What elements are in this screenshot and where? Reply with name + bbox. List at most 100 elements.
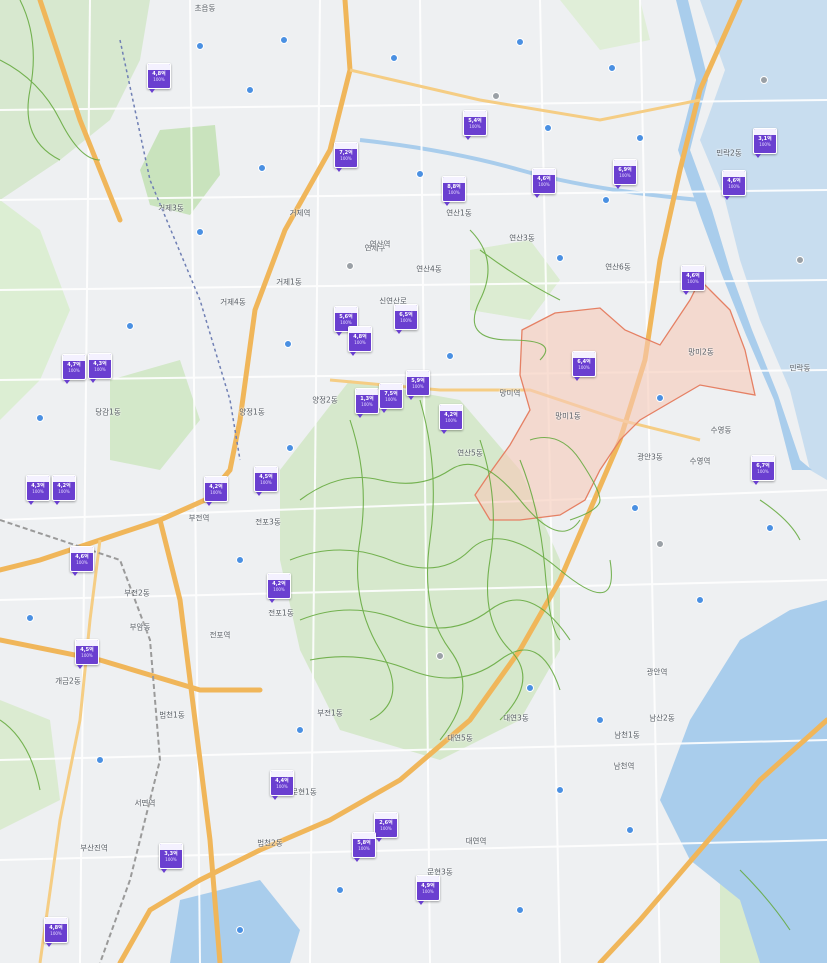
price-marker-sub: 100%	[412, 384, 424, 389]
price-marker-box: 4,2억 100%	[267, 573, 291, 599]
place-label: 거제4동	[220, 297, 246, 307]
price-marker-tail	[615, 185, 621, 189]
price-marker[interactable]: 4,4억 100%	[270, 770, 294, 800]
price-marker[interactable]: 1,3억 100%	[355, 388, 379, 418]
poi-icon[interactable]	[236, 926, 244, 934]
price-marker[interactable]: 5,8억 100%	[352, 832, 376, 862]
poi-icon[interactable]	[416, 170, 424, 178]
price-marker[interactable]: 4,6억 100%	[722, 170, 746, 200]
place-label: 전포역	[209, 630, 231, 640]
price-marker[interactable]: 5,4억 100%	[463, 110, 487, 140]
price-marker[interactable]: 4,8억 100%	[348, 326, 372, 356]
poi-icon[interactable]	[390, 54, 398, 62]
price-marker-box: 7,5억 100%	[379, 383, 403, 409]
price-marker-tail	[354, 858, 360, 862]
price-marker[interactable]: 3,3억 100%	[159, 843, 183, 873]
poi-icon[interactable]	[246, 86, 254, 94]
poi-icon[interactable]	[286, 444, 294, 452]
poi-icon[interactable]	[760, 76, 768, 84]
poi-icon[interactable]	[126, 322, 134, 330]
poi-icon[interactable]	[696, 596, 704, 604]
price-marker[interactable]: 4,5억 100%	[75, 639, 99, 669]
poi-icon[interactable]	[446, 352, 454, 360]
poi-icon[interactable]	[516, 906, 524, 914]
price-marker[interactable]: 5,9억 100%	[406, 370, 430, 400]
price-marker-header	[443, 177, 465, 183]
price-marker[interactable]: 6,4억 100%	[572, 351, 596, 381]
poi-icon[interactable]	[636, 134, 644, 142]
price-marker-box: 4,8억 100%	[44, 917, 68, 943]
price-marker[interactable]: 4,2억 100%	[439, 404, 463, 434]
price-marker[interactable]: 7,5억 100%	[379, 383, 403, 413]
price-marker-header	[71, 547, 93, 553]
poi-icon[interactable]	[556, 786, 564, 794]
price-marker[interactable]: 6,9억 100%	[613, 159, 637, 189]
poi-icon[interactable]	[284, 340, 292, 348]
poi-icon[interactable]	[36, 414, 44, 422]
price-marker[interactable]: 4,8억 100%	[147, 63, 171, 93]
price-marker[interactable]: 4,7억 100%	[62, 354, 86, 384]
price-marker[interactable]: 4,2억 100%	[52, 475, 76, 505]
price-marker-sub: 100%	[687, 279, 699, 284]
price-marker[interactable]: 2,6억 100%	[374, 812, 398, 842]
poi-icon[interactable]	[336, 886, 344, 894]
place-label: 망미1동	[555, 411, 581, 421]
poi-icon[interactable]	[796, 256, 804, 264]
price-marker-header	[160, 844, 182, 850]
price-marker-header	[63, 355, 85, 361]
place-label: 초읍동	[194, 3, 216, 13]
poi-icon[interactable]	[516, 38, 524, 46]
price-marker-tail	[418, 901, 424, 905]
poi-icon[interactable]	[626, 826, 634, 834]
price-marker-tail	[574, 377, 580, 381]
price-marker[interactable]: 4,6억 100%	[70, 546, 94, 576]
price-marker[interactable]: 7,2억 100%	[334, 142, 358, 172]
price-marker[interactable]: 4,5억 100%	[254, 466, 278, 496]
poi-icon[interactable]	[596, 716, 604, 724]
price-marker[interactable]: 3,1억 100%	[753, 128, 777, 158]
poi-icon[interactable]	[656, 394, 664, 402]
poi-icon[interactable]	[608, 64, 616, 72]
price-marker-tail	[357, 414, 363, 418]
poi-icon[interactable]	[258, 164, 266, 172]
poi-icon[interactable]	[296, 726, 304, 734]
poi-icon[interactable]	[436, 652, 444, 660]
price-marker-box: 4,3억 100%	[26, 475, 50, 501]
price-marker[interactable]: 4,8억 100%	[44, 917, 68, 947]
price-marker[interactable]: 4,2억 100%	[267, 573, 291, 603]
price-marker[interactable]: 4,2억 100%	[204, 476, 228, 506]
poi-icon[interactable]	[196, 42, 204, 50]
poi-icon[interactable]	[236, 556, 244, 564]
poi-icon[interactable]	[346, 262, 354, 270]
poi-icon[interactable]	[96, 756, 104, 764]
price-marker[interactable]: 6,5억 100%	[394, 304, 418, 334]
place-label: 대연3동	[503, 713, 529, 723]
poi-icon[interactable]	[26, 614, 34, 622]
price-marker[interactable]: 4,9억 100%	[416, 875, 440, 905]
price-marker-header	[27, 476, 49, 482]
price-marker[interactable]: 4,3억 100%	[26, 475, 50, 505]
price-marker-box: 3,1억 100%	[753, 128, 777, 154]
place-label: 거제3동	[158, 203, 184, 213]
price-marker[interactable]: 8,8억 100%	[442, 176, 466, 206]
place-label: 범천1동	[159, 710, 185, 720]
price-marker-box: 4,5억 100%	[254, 466, 278, 492]
poi-icon[interactable]	[280, 36, 288, 44]
place-label: 부전2동	[124, 588, 150, 598]
poi-icon[interactable]	[492, 92, 500, 100]
price-marker[interactable]: 4,6억 100%	[681, 265, 705, 295]
poi-icon[interactable]	[556, 254, 564, 262]
poi-icon[interactable]	[526, 684, 534, 692]
price-marker-box: 4,8억 100%	[147, 63, 171, 89]
price-marker-box: 4,2억 100%	[52, 475, 76, 501]
price-marker[interactable]: 4,6억 100%	[532, 168, 556, 198]
price-marker[interactable]: 4,3억 100%	[88, 353, 112, 383]
poi-icon[interactable]	[602, 196, 610, 204]
poi-icon[interactable]	[631, 504, 639, 512]
poi-icon[interactable]	[196, 228, 204, 236]
price-marker[interactable]: 6,7억 100%	[751, 455, 775, 485]
poi-icon[interactable]	[544, 124, 552, 132]
map-view[interactable]: 초읍동 양정1동 양정2동 전포3동 전포1동 부전1동 부전2동 범천1동 범천2동 문현1동 문…	[0, 0, 827, 963]
poi-icon[interactable]	[766, 524, 774, 532]
poi-icon[interactable]	[656, 540, 664, 548]
